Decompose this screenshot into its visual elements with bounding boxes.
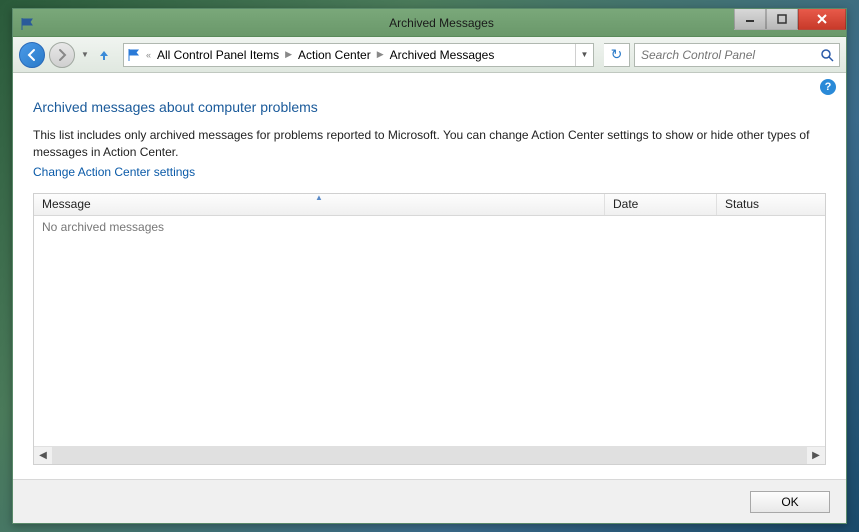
- recent-locations-dropdown[interactable]: ▼: [79, 50, 91, 59]
- flag-icon: [124, 49, 144, 61]
- ok-button[interactable]: OK: [750, 491, 830, 513]
- navigation-toolbar: ▼ « All Control Panel Items ▶ Action Cen…: [13, 37, 846, 73]
- overflow-chevron-icon[interactable]: «: [144, 50, 153, 60]
- empty-state-text: No archived messages: [42, 220, 164, 234]
- search-input[interactable]: [635, 48, 815, 62]
- change-settings-link[interactable]: Change Action Center settings: [33, 165, 826, 179]
- up-button[interactable]: [95, 46, 113, 64]
- table-header: Message ▲ Date Status: [34, 194, 825, 216]
- breadcrumb-item[interactable]: Action Center: [294, 48, 375, 62]
- column-header-date[interactable]: Date: [605, 194, 717, 215]
- column-header-message[interactable]: Message ▲: [34, 194, 605, 215]
- scroll-left-icon[interactable]: ◀: [34, 450, 52, 461]
- help-icon[interactable]: ?: [820, 79, 836, 95]
- page-heading: Archived messages about computer problem…: [33, 99, 826, 115]
- back-button[interactable]: [19, 42, 45, 68]
- breadcrumb: « All Control Panel Items ▶ Action Cente…: [144, 48, 575, 62]
- column-header-status[interactable]: Status: [717, 194, 825, 215]
- chevron-right-icon: ▶: [283, 49, 294, 60]
- flag-icon: [21, 17, 37, 29]
- titlebar: Archived Messages: [13, 9, 846, 37]
- search-box: [634, 43, 840, 67]
- table-body: No archived messages: [34, 216, 825, 446]
- chevron-right-icon: ▶: [375, 49, 386, 60]
- archived-messages-window: Archived Messages ▼ « All Control Panel …: [12, 8, 847, 524]
- breadcrumb-item[interactable]: Archived Messages: [386, 48, 499, 62]
- messages-table: Message ▲ Date Status No archived messag…: [33, 193, 826, 465]
- dialog-footer: OK: [13, 479, 846, 523]
- content-area: ? Archived messages about computer probl…: [13, 73, 846, 479]
- address-dropdown[interactable]: ▼: [575, 44, 593, 66]
- maximize-button[interactable]: [766, 9, 798, 30]
- scroll-right-icon[interactable]: ▶: [807, 450, 825, 461]
- sort-ascending-icon: ▲: [315, 193, 323, 202]
- minimize-button[interactable]: [734, 9, 766, 30]
- search-icon[interactable]: [815, 44, 839, 66]
- scroll-track[interactable]: [52, 447, 807, 464]
- window-controls: [734, 9, 846, 30]
- page-description: This list includes only archived message…: [33, 127, 826, 161]
- refresh-button[interactable]: ↻: [604, 43, 630, 67]
- window-title: Archived Messages: [37, 16, 846, 30]
- horizontal-scrollbar[interactable]: ◀ ▶: [34, 446, 825, 464]
- close-button[interactable]: [798, 9, 846, 30]
- breadcrumb-item[interactable]: All Control Panel Items: [153, 48, 283, 62]
- forward-button[interactable]: [49, 42, 75, 68]
- address-bar[interactable]: « All Control Panel Items ▶ Action Cente…: [123, 43, 594, 67]
